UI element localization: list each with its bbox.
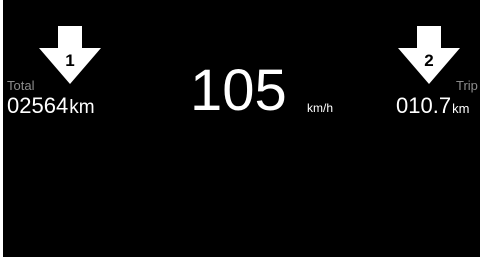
arrow-down-icon-2: 2 (398, 26, 460, 84)
trip-label: Trip (456, 78, 478, 93)
total-odometer: 02564km (7, 93, 95, 119)
speed-value: 105 (190, 58, 287, 123)
trip-odometer: 010.7km (396, 93, 469, 119)
indicator-number-2: 2 (424, 51, 433, 70)
cluster-display: 1 2 Total 02564km 105 km/h Trip 010.7km (3, 0, 480, 257)
indicator-number-1: 1 (65, 51, 74, 70)
total-value: 02564 (7, 93, 69, 118)
speed-unit: km/h (307, 101, 334, 115)
total-unit: km (69, 97, 95, 118)
total-label: Total (7, 78, 35, 93)
trip-value: 010.7 (396, 93, 452, 118)
arrow-down-icon-1: 1 (39, 26, 101, 84)
trip-unit: km (452, 101, 470, 116)
